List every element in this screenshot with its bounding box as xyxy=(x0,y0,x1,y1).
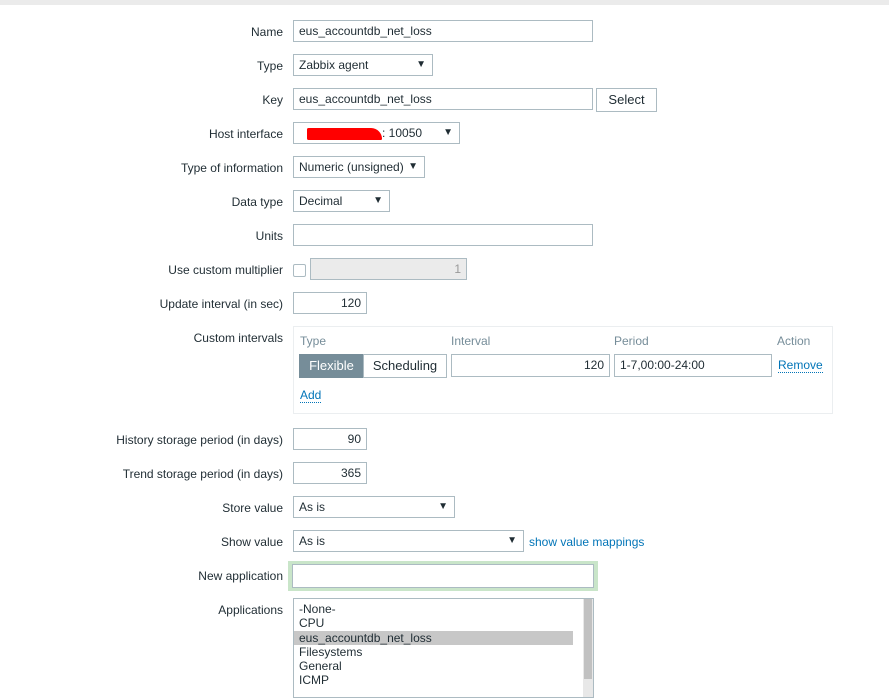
host-interface-label: Host interface xyxy=(208,127,283,141)
type-select[interactable]: Zabbix agent ▼ xyxy=(293,54,433,76)
custom-multiplier-checkbox[interactable] xyxy=(293,264,306,277)
list-item[interactable]: Filesystems xyxy=(294,645,573,659)
key-label: Key xyxy=(262,93,283,107)
triangle-down-icon: ▼ xyxy=(443,127,453,138)
triangle-down-icon: ▼ xyxy=(507,535,517,546)
type-of-information-label: Type of information xyxy=(180,161,283,175)
top-bar xyxy=(0,0,889,5)
list-item[interactable]: General xyxy=(294,659,573,673)
name-input[interactable]: eus_accountdb_net_loss xyxy=(293,20,593,42)
applications-listbox[interactable]: -None- CPU eus_accountdb_net_loss Filesy… xyxy=(293,598,594,698)
show-value-mappings-link[interactable]: show value mappings xyxy=(529,535,644,549)
header-type: Type xyxy=(300,334,327,348)
remove-interval-link[interactable]: Remove xyxy=(778,358,823,373)
select-key-button[interactable]: Select xyxy=(596,88,657,112)
triangle-down-icon: ▼ xyxy=(408,161,418,172)
list-item[interactable]: ICMP xyxy=(294,673,573,687)
period-input[interactable]: 1-7,00:00-24:00 xyxy=(614,354,772,377)
add-interval-link[interactable]: Add xyxy=(300,388,322,403)
units-input[interactable] xyxy=(293,224,593,246)
name-label: Name xyxy=(250,25,283,39)
history-input[interactable]: 90 xyxy=(293,428,367,450)
custom-intervals-label: Custom intervals xyxy=(193,331,283,345)
header-interval: Interval xyxy=(451,334,491,348)
triangle-down-icon: ▼ xyxy=(373,195,383,206)
trend-label: Trend storage period (in days) xyxy=(122,467,283,481)
scheduling-toggle[interactable]: Scheduling xyxy=(363,354,447,378)
triangle-down-icon: ▼ xyxy=(438,501,448,512)
history-label: History storage period (in days) xyxy=(116,433,283,447)
interval-input[interactable]: 120 xyxy=(451,354,610,377)
trend-input[interactable]: 365 xyxy=(293,462,367,484)
key-input[interactable]: eus_accountdb_net_loss xyxy=(293,88,593,110)
store-value-select[interactable]: As is ▼ xyxy=(293,496,455,518)
custom-multiplier-input[interactable]: 1 xyxy=(310,258,467,280)
data-type-value: Decimal xyxy=(299,194,343,208)
new-application-label: New application xyxy=(198,569,283,583)
data-type-select[interactable]: Decimal ▼ xyxy=(293,190,390,212)
custom-intervals-table: Type Interval Period Action Flexible Sch… xyxy=(293,326,833,414)
scrollbar[interactable] xyxy=(583,599,593,697)
units-label: Units xyxy=(255,229,283,243)
header-period: Period xyxy=(614,334,649,348)
type-of-information-value: Numeric (unsigned) xyxy=(299,160,404,174)
redaction-mark xyxy=(307,127,382,140)
host-interface-select[interactable]: : 10050 ▼ xyxy=(293,122,460,144)
applications-label: Applications xyxy=(218,603,283,617)
flexible-toggle[interactable]: Flexible xyxy=(299,354,364,378)
show-value-value: As is xyxy=(299,534,326,548)
data-type-label: Data type xyxy=(231,195,283,209)
new-application-input[interactable] xyxy=(292,564,594,588)
type-of-information-select[interactable]: Numeric (unsigned) ▼ xyxy=(293,156,425,178)
type-label: Type xyxy=(256,59,283,73)
store-value-label: Store value xyxy=(222,501,283,515)
list-item-selected[interactable]: eus_accountdb_net_loss xyxy=(294,630,573,645)
scrollbar-thumb[interactable] xyxy=(584,599,592,679)
list-item[interactable]: -None- xyxy=(294,602,573,616)
type-value: Zabbix agent xyxy=(299,58,369,72)
list-item[interactable]: CPU xyxy=(294,616,573,630)
custom-multiplier-label: Use custom multiplier xyxy=(168,263,283,277)
header-action: Action xyxy=(777,334,811,348)
store-value-value: As is xyxy=(299,500,326,514)
triangle-down-icon: ▼ xyxy=(416,59,426,70)
host-interface-value: : 10050 xyxy=(382,126,423,140)
update-interval-label: Update interval (in sec) xyxy=(159,297,283,311)
show-value-label: Show value xyxy=(220,535,283,549)
update-interval-input[interactable]: 120 xyxy=(293,292,367,314)
show-value-select[interactable]: As is ▼ xyxy=(293,530,524,552)
